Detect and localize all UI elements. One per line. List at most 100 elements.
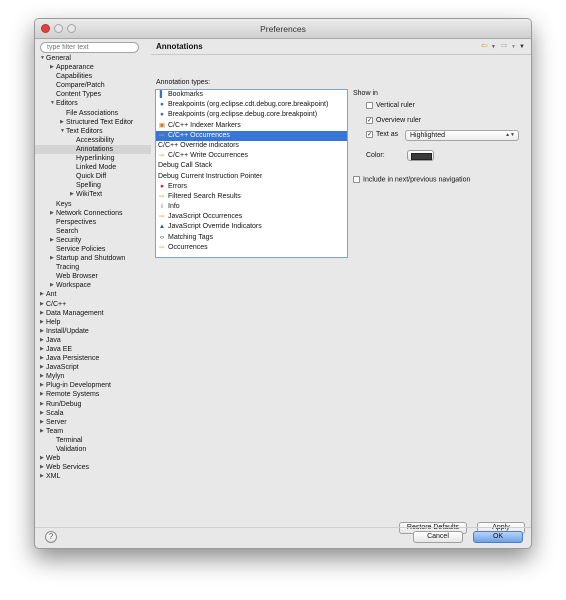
tree-item[interactable]: Terminal — [35, 436, 151, 445]
back-dropdown-icon[interactable]: ▼ — [491, 44, 496, 50]
tree-item[interactable]: ▶ Remote Systems — [35, 390, 151, 399]
collapsed-triangle-icon[interactable]: ▶ — [40, 400, 44, 409]
tree-item[interactable]: ▶ Workspace — [35, 281, 151, 290]
tree-item[interactable]: Annotations — [35, 144, 151, 155]
tree-item[interactable]: ▶ Team — [35, 427, 151, 436]
tree-item[interactable]: ▶ JavaScript — [35, 363, 151, 372]
color-picker-button[interactable] — [407, 150, 434, 161]
tree-item[interactable]: Accessibility — [35, 136, 151, 145]
collapsed-triangle-icon[interactable]: ▶ — [40, 418, 44, 427]
annotation-type-item[interactable]: ● Errors — [156, 182, 347, 192]
collapsed-triangle-icon[interactable]: ▶ — [70, 190, 74, 199]
include-navigation-checkbox[interactable] — [353, 176, 360, 183]
collapsed-triangle-icon[interactable]: ▶ — [50, 281, 54, 290]
tree-item[interactable]: ▶ Scala — [35, 409, 151, 418]
tree-item[interactable]: ▶ Mylyn — [35, 372, 151, 381]
collapsed-triangle-icon[interactable]: ▶ — [40, 409, 44, 418]
forward-arrow-icon[interactable]: ⇨ — [501, 41, 508, 50]
collapsed-triangle-icon[interactable]: ▶ — [40, 454, 44, 463]
tree-item[interactable]: ▶ Server — [35, 418, 151, 427]
tree-item[interactable]: Linked Mode — [35, 163, 151, 172]
tree-item[interactable]: ▶ Startup and Shutdown — [35, 254, 151, 263]
collapsed-triangle-icon[interactable]: ▶ — [40, 427, 44, 436]
tree-item[interactable]: ▶ Java — [35, 336, 151, 345]
collapsed-triangle-icon[interactable]: ▶ — [60, 118, 64, 127]
expanded-triangle-icon[interactable]: ▼ — [40, 54, 45, 63]
tree-item[interactable]: Search — [35, 227, 151, 236]
tree-item[interactable]: Keys — [35, 200, 151, 209]
tree-item[interactable]: ▶ Run/Debug — [35, 400, 151, 409]
collapsed-triangle-icon[interactable]: ▶ — [40, 327, 44, 336]
tree-item[interactable]: ▶ Web Services — [35, 463, 151, 472]
annotation-type-item[interactable]: ⇨ C/C++ Write Occurrences — [156, 151, 347, 161]
collapsed-triangle-icon[interactable]: ▶ — [40, 345, 44, 354]
collapsed-triangle-icon[interactable]: ▶ — [50, 209, 54, 218]
collapsed-triangle-icon[interactable]: ▶ — [40, 318, 44, 327]
annotation-type-item[interactable]: ▣ C/C++ Indexer Markers — [156, 121, 347, 131]
tree-item[interactable]: Spelling — [35, 181, 151, 190]
text-as-option[interactable]: ✓ Text as — [366, 130, 398, 140]
annotation-type-item[interactable]: ▌ Bookmarks — [156, 90, 347, 100]
collapsed-triangle-icon[interactable]: ▶ — [40, 354, 44, 363]
tree-item[interactable]: ▶ Help — [35, 318, 151, 327]
collapsed-triangle-icon[interactable]: ▶ — [40, 372, 44, 381]
collapsed-triangle-icon[interactable]: ▶ — [40, 472, 44, 481]
annotation-types-list[interactable]: ▌ Bookmarks ● Breakpoints (org.eclipse.cdt.… — [155, 89, 348, 258]
annotation-type-item[interactable]: ● Breakpoints (org.eclipse.debug.core.bre… — [156, 110, 347, 120]
tree-item[interactable]: ▼ Editors — [35, 99, 151, 108]
annotation-type-item[interactable]: ⇨ Occurrences — [156, 243, 347, 253]
tree-item[interactable]: ▶ Security — [35, 236, 151, 245]
tree-item[interactable]: ▶ Java Persistence — [35, 354, 151, 363]
annotation-type-item[interactable]: ⇨ C/C++ Occurrences — [156, 130, 347, 141]
tree-item[interactable]: Hyperlinking — [35, 154, 151, 163]
annotation-type-item[interactable]: ▲ JavaScript Override Indicators — [156, 222, 347, 232]
tree-item[interactable]: Compare/Patch — [35, 81, 151, 90]
forward-dropdown-icon[interactable]: ▼ — [511, 44, 516, 50]
tree-item[interactable]: ▶ WikiText — [35, 190, 151, 199]
annotation-type-item[interactable]: Debug Current Instruction Pointer — [156, 172, 347, 182]
tree-item[interactable]: File Associations — [35, 109, 151, 118]
tree-item[interactable]: Validation — [35, 445, 151, 454]
tree-item[interactable]: ▶ Install/Update — [35, 327, 151, 336]
tree-item[interactable]: ▶ Ant — [35, 290, 151, 299]
tree-item[interactable]: ▶ Structured Text Editor — [35, 118, 151, 127]
tree-item[interactable]: Service Policies — [35, 245, 151, 254]
tree-item[interactable]: ▶ C/C++ — [35, 300, 151, 309]
tree-item[interactable]: Quick Diff — [35, 172, 151, 181]
tree-item[interactable]: ▼ Text Editors — [35, 127, 151, 136]
tree-item[interactable]: ▶ Appearance — [35, 63, 151, 72]
annotation-type-item[interactable]: Debug Call Stack — [156, 161, 347, 171]
collapsed-triangle-icon[interactable]: ▶ — [40, 336, 44, 345]
overview-ruler-checkbox[interactable]: ✓ — [366, 116, 373, 124]
collapsed-triangle-icon[interactable]: ▶ — [40, 381, 44, 390]
tree-item[interactable]: ▶ XML — [35, 472, 151, 481]
tree-item[interactable]: ▼ General — [35, 54, 151, 63]
tree-item[interactable]: ▶ Java EE — [35, 345, 151, 354]
title-bar[interactable]: Preferences — [35, 19, 531, 39]
collapsed-triangle-icon[interactable]: ▶ — [50, 254, 54, 263]
tree-item[interactable]: ▶ Data Management — [35, 309, 151, 318]
tree-item[interactable]: Perspectives — [35, 218, 151, 227]
text-style-select[interactable]: Highlighted ▲▼ — [405, 130, 519, 141]
collapsed-triangle-icon[interactable]: ▶ — [40, 463, 44, 472]
collapsed-triangle-icon[interactable]: ▶ — [40, 309, 44, 318]
annotation-type-item[interactable]: ● Breakpoints (org.eclipse.cdt.debug.core… — [156, 100, 347, 110]
tree-item[interactable]: Tracing — [35, 263, 151, 272]
collapsed-triangle-icon[interactable]: ▶ — [50, 63, 54, 72]
ok-button[interactable]: OK — [473, 531, 523, 543]
collapsed-triangle-icon[interactable]: ▶ — [40, 290, 44, 299]
vertical-ruler-option[interactable]: Vertical ruler — [366, 101, 415, 111]
tree-item[interactable]: ▶ Web — [35, 454, 151, 463]
annotation-type-item[interactable]: i Info — [156, 202, 347, 212]
filter-input[interactable] — [40, 42, 139, 53]
view-menu-icon[interactable]: ▼ — [519, 44, 525, 50]
tree-item[interactable]: ▶ Network Connections — [35, 209, 151, 218]
annotation-type-item[interactable]: ⇨ JavaScript Occurrences — [156, 212, 347, 222]
overview-ruler-option[interactable]: ✓ Overview ruler — [366, 116, 421, 126]
annotation-type-item[interactable]: ‹› Matching Tags — [156, 233, 347, 243]
help-icon[interactable]: ? — [45, 531, 57, 543]
tree-item[interactable]: Web Browser — [35, 272, 151, 281]
cancel-button[interactable]: Cancel — [413, 531, 463, 543]
back-arrow-icon[interactable]: ⇦ — [481, 41, 488, 50]
tree-item[interactable]: Content Types — [35, 90, 151, 99]
